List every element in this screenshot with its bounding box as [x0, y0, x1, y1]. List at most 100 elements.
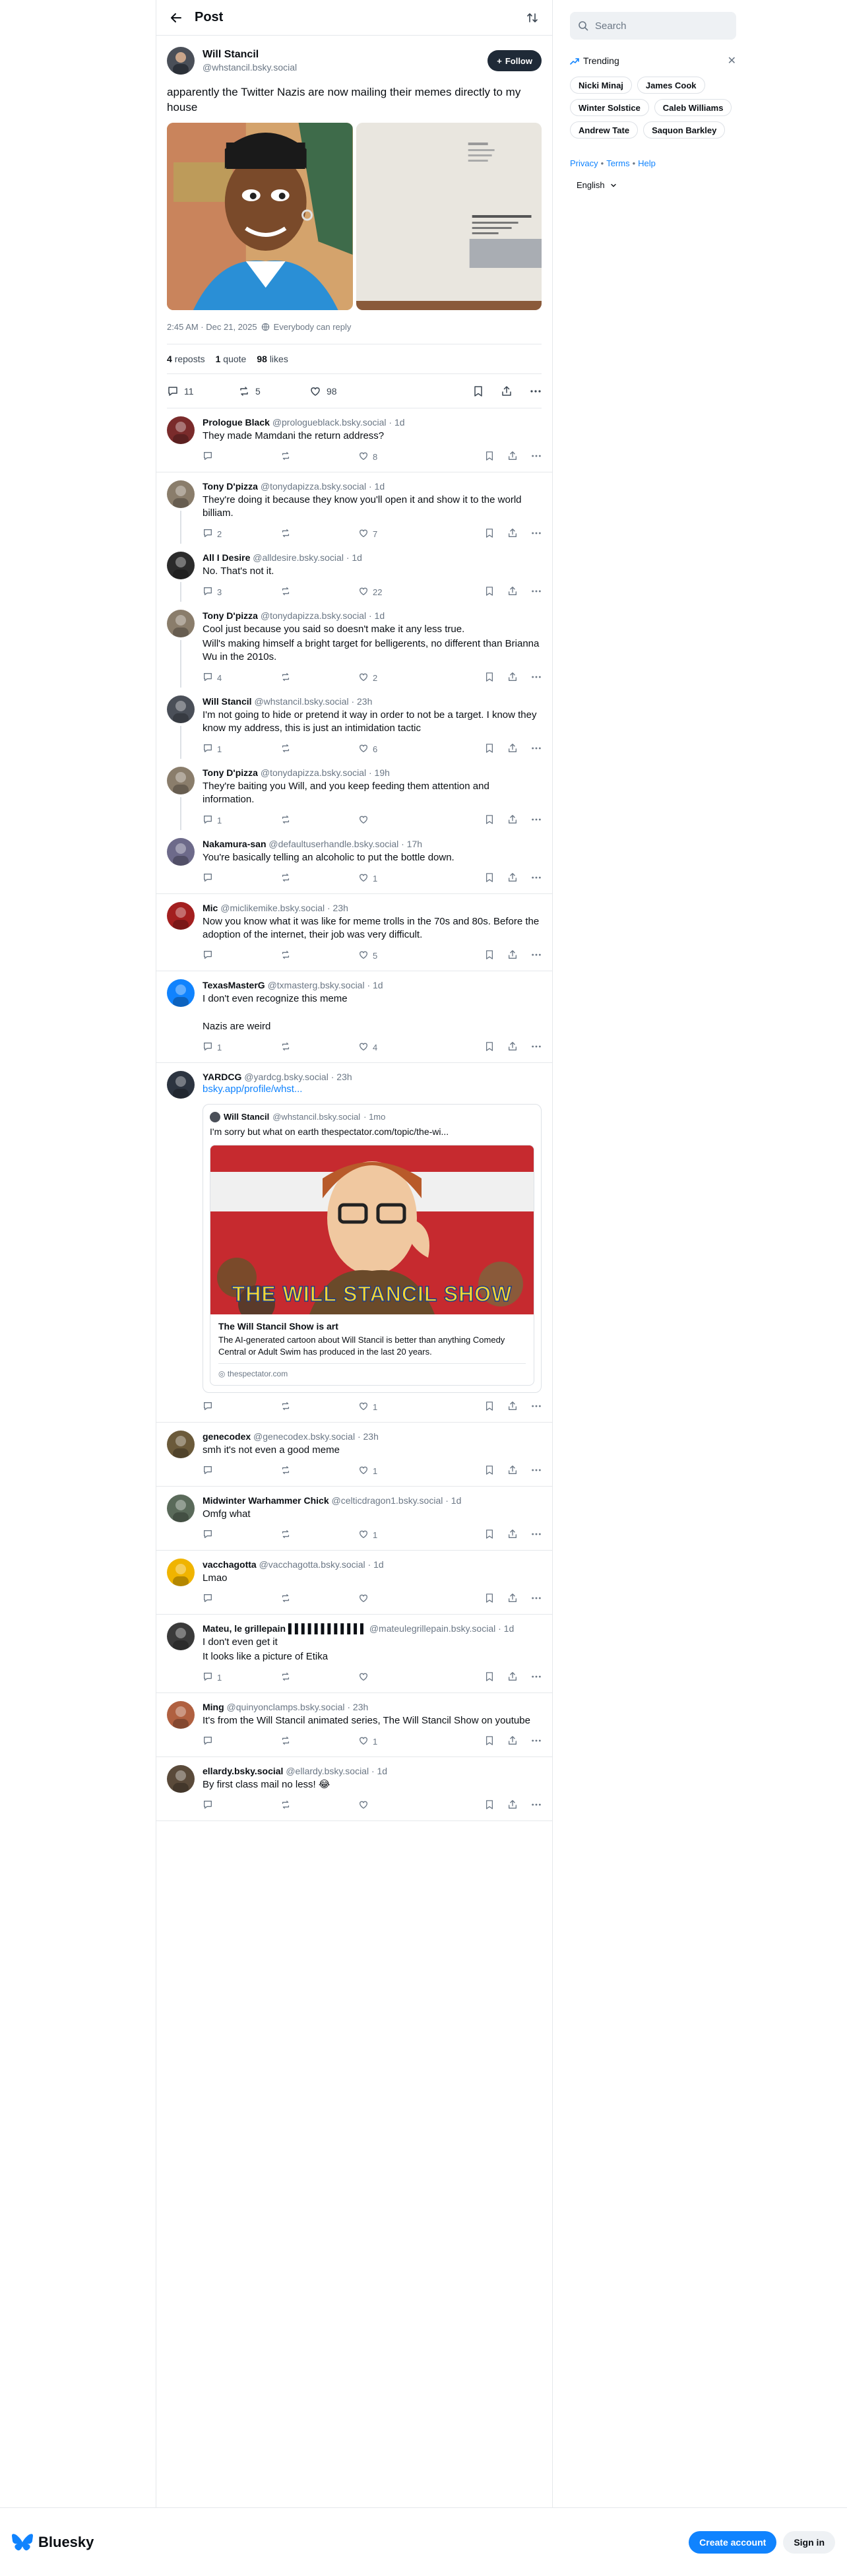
reply-button[interactable]	[203, 1465, 280, 1477]
reply-author-handle[interactable]: @defaultuserhandle.bsky.social	[268, 839, 398, 849]
reply-author-name[interactable]: Midwinter Warhammer Chick	[203, 1495, 329, 1506]
avatar[interactable]	[167, 1623, 195, 1650]
more-button[interactable]	[531, 814, 542, 827]
reply-button[interactable]: 1	[203, 1041, 280, 1054]
repost-button[interactable]	[280, 1735, 358, 1748]
reply-button[interactable]	[203, 1529, 280, 1541]
author-handle[interactable]: @whstancil.bsky.social	[203, 61, 487, 73]
more-button[interactable]	[531, 1593, 542, 1605]
avatar[interactable]	[167, 47, 195, 75]
reply-author-handle[interactable]: @tonydapizza.bsky.social	[261, 767, 366, 778]
reply-button[interactable]: 1	[203, 1671, 280, 1684]
reply-author-name[interactable]: Mateu, le grillepain ▌▌▌▌▌▌▌▌▌▌▌▌	[203, 1623, 367, 1634]
bookmark-button[interactable]	[485, 672, 494, 684]
share-button[interactable]	[507, 1593, 518, 1605]
more-button[interactable]	[531, 528, 542, 540]
reply-time[interactable]: · 1d	[371, 1766, 387, 1776]
more-button[interactable]	[531, 743, 542, 756]
repost-button[interactable]	[280, 528, 358, 540]
repost-button[interactable]	[280, 1041, 358, 1054]
more-button[interactable]	[531, 1465, 542, 1477]
avatar[interactable]	[167, 1071, 195, 1099]
bookmark-button[interactable]	[485, 1401, 494, 1413]
reply-author-handle[interactable]: @quinyonclamps.bsky.social	[227, 1702, 345, 1712]
reply-post[interactable]: All I Desire @alldesire.bsky.social · 1d…	[156, 544, 552, 602]
reply-button[interactable]	[203, 1735, 280, 1748]
reply-author-handle[interactable]: @celticdragon1.bsky.social	[332, 1495, 443, 1506]
like-button[interactable]: 1	[358, 1465, 436, 1477]
bookmark-button[interactable]	[485, 1465, 494, 1477]
repost-button[interactable]: 5	[238, 385, 309, 397]
reply-author-name[interactable]: All I Desire	[203, 552, 250, 563]
bookmark-button[interactable]	[485, 1799, 494, 1812]
trending-chip[interactable]: Caleb Williams	[654, 99, 732, 116]
repost-button[interactable]	[280, 950, 358, 962]
bookmark-button[interactable]	[485, 1529, 494, 1541]
reply-time[interactable]: · 1d	[389, 417, 404, 428]
reply-time[interactable]: · 23h	[331, 1072, 352, 1082]
trending-chip[interactable]: Andrew Tate	[570, 121, 639, 139]
share-button[interactable]	[507, 586, 518, 598]
reply-button[interactable]: 11	[167, 385, 238, 397]
repost-button[interactable]	[280, 586, 358, 598]
reply-author-name[interactable]: TexasMasterG	[203, 980, 265, 990]
more-button[interactable]	[530, 385, 542, 397]
share-button[interactable]	[507, 1401, 518, 1413]
reply-post[interactable]: Will Stancil @whstancil.bsky.social · 23…	[156, 688, 552, 759]
reply-button[interactable]	[203, 1401, 280, 1413]
reply-time[interactable]: · 1d	[369, 610, 385, 621]
bookmark-button[interactable]	[485, 743, 494, 756]
reply-author-name[interactable]: Will Stancil	[203, 696, 252, 707]
meme-image[interactable]	[167, 123, 353, 310]
reply-author-name[interactable]: Tony D'pizza	[203, 481, 258, 492]
like-button[interactable]	[358, 1593, 436, 1605]
reply-author-name[interactable]: Nakamura-san	[203, 839, 267, 849]
more-button[interactable]	[531, 1529, 542, 1541]
reply-author-name[interactable]: Prologue Black	[203, 417, 270, 428]
like-button[interactable]: 4	[358, 1041, 436, 1054]
like-button[interactable]	[358, 814, 436, 827]
author-name[interactable]: Will Stancil	[203, 48, 487, 61]
bookmark-button[interactable]	[485, 872, 494, 885]
repost-button[interactable]	[280, 1529, 358, 1541]
reply-button[interactable]: 1	[203, 814, 280, 827]
follow-button[interactable]: + Follow	[487, 50, 542, 71]
reply-button[interactable]	[203, 1593, 280, 1605]
repost-button[interactable]	[280, 1671, 358, 1684]
reply-time[interactable]: · 19h	[369, 767, 390, 778]
avatar[interactable]	[167, 1701, 195, 1729]
reply-button[interactable]	[203, 451, 280, 463]
like-button[interactable]: 1	[358, 1735, 436, 1748]
bookmark-button[interactable]	[485, 1735, 494, 1748]
reply-time[interactable]: · 1d	[368, 1559, 384, 1570]
reply-time[interactable]: · 23h	[358, 1431, 379, 1442]
reply-author-name[interactable]: ellardy.bsky.social	[203, 1766, 283, 1776]
more-button[interactable]	[531, 586, 542, 598]
avatar[interactable]	[167, 1559, 195, 1586]
bookmark-button[interactable]	[485, 1593, 494, 1605]
avatar[interactable]	[167, 1431, 195, 1458]
reply-post[interactable]: Nakamura-san @defaultuserhandle.bsky.soc…	[156, 830, 552, 894]
brand[interactable]: Bluesky	[12, 2533, 94, 2552]
reply-author-name[interactable]: Tony D'pizza	[203, 610, 258, 621]
reply-author-handle[interactable]: @prologueblack.bsky.social	[272, 417, 387, 428]
reply-author-handle[interactable]: @tonydapizza.bsky.social	[261, 481, 366, 492]
share-button[interactable]	[507, 1529, 518, 1541]
more-button[interactable]	[531, 1799, 542, 1812]
reply-author-handle[interactable]: @ellardy.bsky.social	[286, 1766, 369, 1776]
reply-button[interactable]	[203, 1799, 280, 1812]
sign-in-button[interactable]: Sign in	[783, 2530, 835, 2554]
more-button[interactable]	[531, 1671, 542, 1684]
avatar[interactable]	[167, 838, 195, 866]
reply-button[interactable]	[203, 950, 280, 962]
avatar[interactable]	[167, 552, 195, 579]
bookmark-button[interactable]	[485, 528, 494, 540]
bookmark-button[interactable]	[485, 451, 494, 463]
more-button[interactable]	[531, 1041, 542, 1054]
avatar[interactable]	[167, 979, 195, 1007]
reply-post[interactable]: TexasMasterG @txmasterg.bsky.social · 1d…	[156, 971, 552, 1063]
reply-button[interactable]: 4	[203, 672, 280, 684]
reply-author-handle[interactable]: @txmasterg.bsky.social	[268, 980, 365, 990]
link-card[interactable]: THE WILL STANCIL SHOW The Will Stancil Sh…	[210, 1145, 534, 1386]
reply-author-handle[interactable]: @whstancil.bsky.social	[254, 696, 348, 707]
